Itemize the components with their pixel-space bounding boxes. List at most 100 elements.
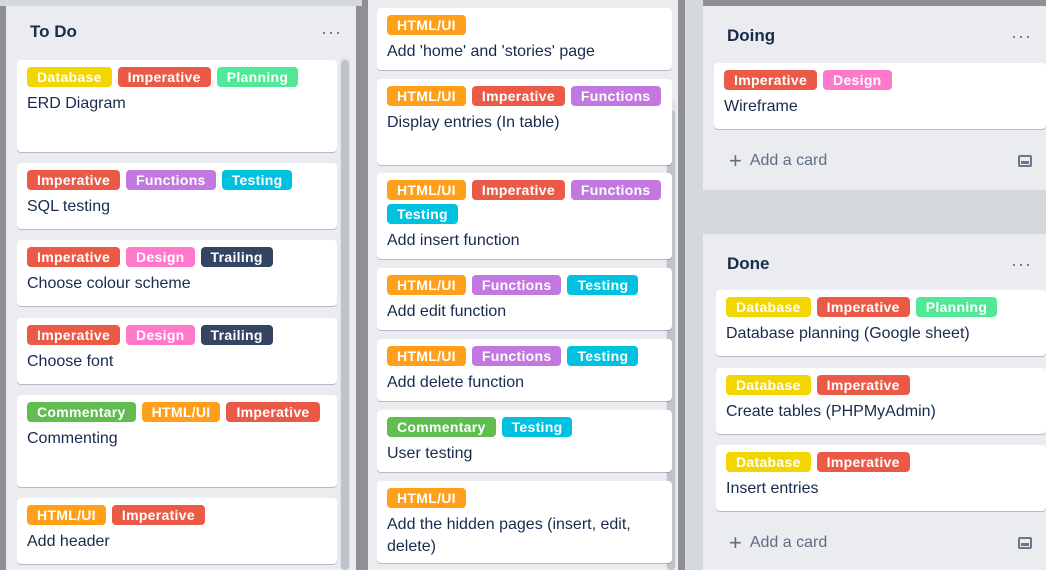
card-label[interactable]: HTML/UI [387, 86, 466, 106]
card[interactable]: Imperative Design Trailing Choose font [17, 318, 337, 384]
card-title: Wireframe [724, 98, 798, 115]
card[interactable]: HTML/UI Functions Testing Add delete functi… [377, 339, 672, 401]
add-card-button[interactable]: + Add a card [703, 145, 1046, 177]
card-label[interactable]: Commentary [27, 402, 136, 422]
background-gutter [703, 190, 1046, 234]
card-labels: Database Imperative [726, 375, 1036, 395]
card[interactable]: Imperative Functions Testing SQL testing [17, 163, 337, 229]
card-label[interactable]: Trailing [200, 325, 273, 345]
card-label[interactable]: Database [27, 67, 112, 87]
card-label[interactable]: Testing [567, 346, 639, 366]
card[interactable]: HTML/UI Imperative Functions Display entrie… [377, 79, 672, 165]
card-title: Add delete function [387, 374, 524, 391]
card-label[interactable]: Database [726, 297, 811, 317]
card-label[interactable]: HTML/UI [387, 346, 466, 366]
card[interactable]: HTML/UI Add the hidden pages (insert, edi… [377, 481, 672, 563]
card-label[interactable]: Functions [570, 86, 661, 106]
card-labels: Imperative Design Trailing [27, 325, 327, 345]
card[interactable]: HTML/UI Imperative Functions Testing Add ins… [377, 173, 672, 259]
card-label[interactable]: Imperative [27, 247, 121, 267]
card-title: Add header [27, 533, 110, 550]
card-label[interactable]: Testing [387, 204, 458, 224]
card[interactable]: Database Imperative Insert entries [716, 445, 1046, 511]
card[interactable]: Database Imperative Planning ERD Diagram [17, 60, 337, 152]
card-title: Database planning (Google sheet) [726, 325, 970, 342]
card[interactable]: HTML/UI Add 'home' and 'stories' page [377, 8, 672, 70]
card-label[interactable]: HTML/UI [387, 15, 466, 35]
card-title: Choose font [27, 353, 114, 370]
list-header: To Do ··· [6, 12, 356, 52]
plus-icon: + [729, 530, 742, 555]
card-template-icon[interactable] [1018, 537, 1032, 549]
card[interactable]: HTML/UI Imperative Add header [17, 498, 337, 564]
card-label[interactable]: Design [823, 70, 892, 90]
card-labels: HTML/UI [387, 15, 662, 35]
card-labels: Commentary HTML/UI Imperative [27, 402, 327, 422]
card[interactable]: Imperative Design Wireframe [714, 63, 1046, 129]
list-menu-icon[interactable]: ··· [1011, 26, 1032, 47]
card-label[interactable]: HTML/UI [27, 505, 106, 525]
card-label[interactable]: Imperative [117, 67, 211, 87]
card-title: Add 'home' and 'stories' page [387, 43, 595, 60]
card-title: ERD Diagram [27, 95, 126, 112]
card-labels: Database Imperative Planning [726, 297, 1036, 317]
card-label[interactable]: Database [726, 452, 811, 472]
card[interactable]: Commentary Testing User testing [377, 410, 672, 472]
card[interactable]: HTML/UI Functions Testing Add edit function [377, 268, 672, 330]
card-label[interactable]: Imperative [816, 297, 910, 317]
list-title: To Do [30, 22, 77, 41]
card-label[interactable]: Commentary [387, 417, 496, 437]
card-label[interactable]: Testing [221, 170, 293, 190]
card-label[interactable]: Design [126, 247, 195, 267]
card-labels: HTML/UI Imperative [27, 505, 327, 525]
list-menu-icon[interactable]: ··· [1011, 254, 1032, 275]
card-labels: HTML/UI Imperative Functions [387, 86, 662, 106]
card-label[interactable]: Planning [216, 67, 299, 87]
card-label[interactable]: Testing [501, 417, 573, 437]
card-label[interactable]: Database [726, 375, 811, 395]
card-label[interactable]: Imperative [27, 325, 121, 345]
card-labels: Imperative Design [724, 70, 1036, 90]
add-card-button[interactable]: + Add a card [703, 527, 1046, 559]
list-menu-icon[interactable]: ··· [321, 22, 342, 43]
list-header: Done ··· [703, 244, 1046, 284]
plus-icon: + [729, 148, 742, 173]
add-card-label: Add a card [749, 152, 828, 169]
card-label[interactable]: Functions [126, 170, 216, 190]
card-label[interactable]: Imperative [471, 180, 565, 200]
list-header: Doing ··· [703, 16, 1046, 56]
card-label[interactable]: Imperative [226, 402, 320, 422]
card-label[interactable]: Trailing [200, 247, 273, 267]
card-label[interactable]: HTML/UI [387, 488, 466, 508]
card-label[interactable]: Imperative [111, 505, 205, 525]
card-label[interactable]: Imperative [27, 170, 121, 190]
card-label[interactable]: HTML/UI [141, 402, 221, 422]
card-title: Display entries (In table) [387, 114, 560, 131]
card-labels: HTML/UI Functions Testing [387, 346, 662, 366]
card-label[interactable]: Testing [567, 275, 639, 295]
add-card-label: Add a card [749, 534, 828, 551]
card-label[interactable]: Functions [471, 275, 562, 295]
card-label[interactable]: Functions [471, 346, 562, 366]
card-labels: Imperative Design Trailing [27, 247, 327, 267]
card[interactable]: Database Imperative Planning Database plann… [716, 290, 1046, 356]
card[interactable]: Imperative Design Trailing Choose colour sc… [17, 240, 337, 306]
card-template-icon[interactable] [1018, 155, 1032, 167]
card-label[interactable]: Imperative [816, 375, 910, 395]
card-label[interactable]: HTML/UI [387, 180, 466, 200]
card-label[interactable]: Imperative [724, 70, 818, 90]
card-label[interactable]: Functions [570, 180, 661, 200]
scrollbar-thumb[interactable] [341, 60, 349, 570]
card-label[interactable]: Imperative [471, 86, 565, 106]
card-labels: Imperative Functions Testing [27, 170, 327, 190]
card-label[interactable]: Design [126, 325, 195, 345]
card-label[interactable]: HTML/UI [387, 275, 466, 295]
card[interactable]: Commentary HTML/UI Imperative Commenting [17, 395, 337, 487]
card-labels: HTML/UI Functions Testing [387, 275, 662, 295]
card-label[interactable]: Planning [915, 297, 998, 317]
card[interactable]: Database Imperative Create tables (PHPMyAd… [716, 368, 1046, 434]
card-labels: HTML/UI [387, 488, 662, 508]
card-label[interactable]: Imperative [816, 452, 910, 472]
card-labels: HTML/UI Imperative Functions Testing [387, 180, 662, 224]
card-labels: Database Imperative [726, 452, 1036, 472]
